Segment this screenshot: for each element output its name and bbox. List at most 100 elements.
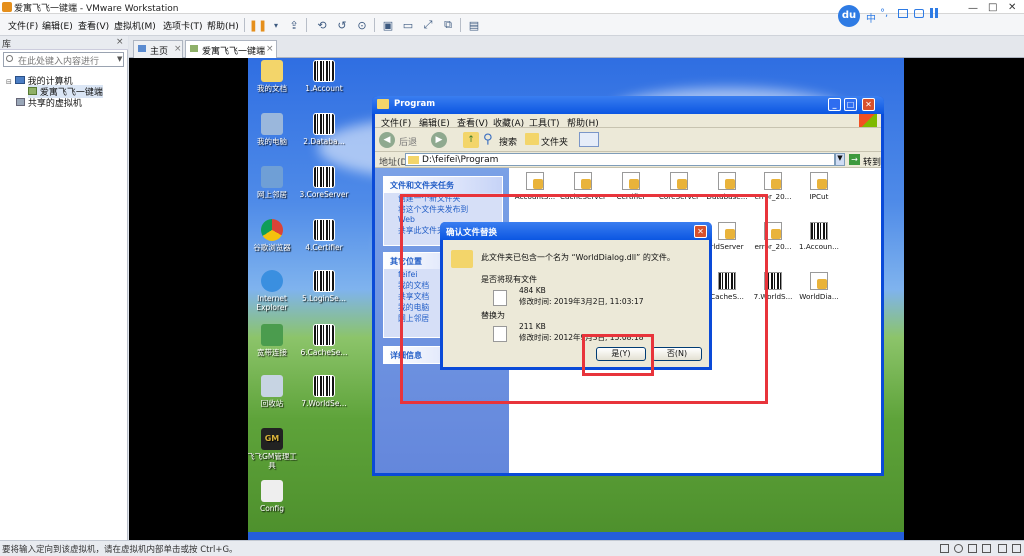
baidu-input-icon[interactable]: du [838,5,860,27]
computer-icon [14,76,25,84]
desktop-icon-account[interactable]: 1.Account [296,60,352,93]
file-item[interactable]: IPCut [793,172,845,201]
chrome-icon [261,219,283,241]
desktop-icon-database[interactable]: 2.Databa... [296,113,352,146]
barcode-icon [313,324,335,346]
tab-bar: 主页 × 爱寓飞飞一键端 × [129,36,1024,59]
barcode-icon [313,270,335,292]
folder-icon [261,60,283,82]
desktop-icon-certifier[interactable]: 4.Certifier [296,219,352,252]
address-bar: 地址(D) D:\feifei\Program ▼ → 转到 [375,152,881,168]
desktop-icon-gm-tool[interactable]: GM 飞飞GM管理工具 [248,428,300,470]
internet-explorer-icon [261,270,283,292]
folder-icon [377,99,389,109]
tree-item-shared-vms[interactable]: 共享的虚拟机 [16,96,82,109]
desktop-icon-worldserver[interactable]: 7.WorldSe... [296,375,352,408]
vm-tab-icon [190,45,198,52]
status-bar: 要将输入定向到该虚拟机，请在虚拟机内部单击或按 Ctrl+G。 [0,540,1024,556]
usb-icon[interactable] [982,544,991,553]
vm-icon [28,87,37,95]
menu-file[interactable]: 文件(F) [8,19,38,32]
broadband-icon [261,324,283,346]
minimize-icon[interactable]: — [968,3,978,14]
explorer-maximize-icon[interactable]: □ [844,98,857,111]
tab-close-icon[interactable]: × [266,44,274,54]
file-item[interactable]: 1.Accoun... [793,222,845,251]
sound-icon[interactable] [998,544,1007,553]
send-keys-icon[interactable]: ⇪ [286,17,302,33]
power-dropdown-icon[interactable]: ▾ [268,17,284,33]
punctuation-icon[interactable]: °, [880,8,888,19]
desktop-icon-network[interactable]: 网上邻居 [248,166,300,199]
library-view-icon[interactable]: ▣ [380,17,396,33]
views-icon[interactable] [579,132,599,147]
folders-icon[interactable] [525,133,539,145]
search-dropdown-icon[interactable]: ▼ [117,55,122,63]
search-icon [6,55,13,62]
tasks-title[interactable]: 文件和文件夹任务 [384,177,502,193]
explorer-toolbar: ◀ 后退 ▶ ↑ ⚲ 搜索 文件夹 [375,128,881,152]
fullscreen-icon[interactable]: ⤢ [420,17,436,33]
search-icon[interactable]: ⚲ [483,132,499,148]
search-button[interactable]: 搜索 [499,135,517,148]
library-close-icon[interactable]: × [116,37,124,47]
forward-icon[interactable]: ▶ [431,132,447,148]
tab-home[interactable]: 主页 × [133,40,183,58]
snapshot-icon[interactable]: ⟲ [314,17,330,33]
explorer-close-icon[interactable]: ✕ [862,98,875,111]
home-icon [138,45,146,52]
desktop-icon-coreserver[interactable]: 3.CoreServer [296,166,352,199]
file-item[interactable]: WorldDia... [793,272,845,301]
desktop-icon-recycle-bin[interactable]: 回收站 [248,375,300,408]
tab-close-icon[interactable]: × [174,44,182,54]
desktop-icon-chrome[interactable]: 谷歌浏览器 [248,219,300,252]
snapshot-manager-icon[interactable]: ⊙ [354,17,370,33]
go-button[interactable]: 转到 [863,155,881,168]
barcode-icon [313,375,335,397]
up-folder-icon[interactable]: ↑ [463,132,479,148]
skin-icon[interactable] [914,9,924,18]
tab-vm[interactable]: 爱寓飞飞一键端 × [185,40,277,59]
library-search-input[interactable]: 在此处键入内容进行 [3,52,124,67]
explorer-minimize-icon[interactable]: _ [828,98,841,111]
barcode-icon [313,60,335,82]
desktop-icon-cacheserver[interactable]: 6.CacheSe... [296,324,352,357]
menu-view[interactable]: 查看(V) [78,19,109,32]
folders-button[interactable]: 文件夹 [541,135,568,148]
desktop-icon-loginserver[interactable]: 5.LoginSe... [296,270,352,303]
go-icon[interactable]: → [849,154,860,165]
hdd-icon[interactable] [940,544,949,553]
back-button[interactable]: 后退 [399,135,417,148]
menu-help[interactable]: 帮助(H) [207,19,239,32]
console-view-icon[interactable]: ▤ [466,17,482,33]
maximize-icon[interactable]: □ [988,2,997,13]
desktop-icon-ie[interactable]: Internet Explorer [248,270,300,312]
config-icon [261,480,283,502]
explorer-menubar: 文件(F) 编辑(E) 查看(V) 收藏(A) 工具(T) 帮助(H) [375,114,881,129]
pause-icon[interactable]: ❚❚ [249,17,267,33]
keyboard-icon[interactable] [898,9,908,18]
windows-logo-icon [859,114,877,127]
guest-taskbar [248,532,904,540]
desktop-icon-config[interactable]: Config [248,480,300,513]
menu-edit[interactable]: 编辑(E) [42,19,73,32]
address-input[interactable]: D:\feifei\Program [405,153,835,166]
back-icon[interactable]: ◀ [379,132,395,148]
menu-vm[interactable]: 虚拟机(M) [114,19,156,32]
desktop-icon-my-documents[interactable]: 我的文档 [248,60,300,93]
tools-grid-icon[interactable] [930,8,940,18]
thumbnail-view-icon[interactable]: ▭ [400,17,416,33]
explorer-titlebar: Program _ □ ✕ [372,96,884,114]
ime-chinese-icon[interactable]: 中 [866,10,876,25]
address-dropdown-icon[interactable]: ▼ [835,153,845,166]
explorer-title: Program [394,99,436,109]
menu-tabs[interactable]: 选项卡(T) [163,19,203,32]
unity-icon[interactable]: ⧉ [440,17,456,33]
network-adapter-icon[interactable] [968,544,977,553]
close-icon[interactable]: ✕ [1008,2,1016,13]
cdrom-icon[interactable] [954,544,963,553]
desktop-icon-broadband[interactable]: 宽带连接 [248,324,300,357]
revert-snapshot-icon[interactable]: ↺ [334,17,350,33]
desktop-icon-my-computer[interactable]: 我的电脑 [248,113,300,146]
display-icon[interactable] [1012,544,1021,553]
